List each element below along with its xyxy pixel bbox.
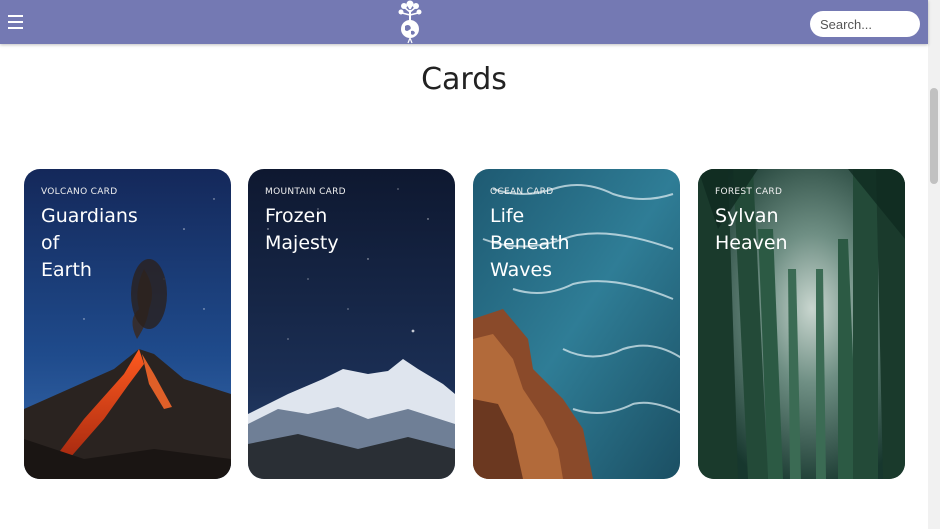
tree-globe-logo-icon[interactable] <box>396 0 424 44</box>
ocean-card[interactable]: OCEAN CARD Life Beneath Waves <box>473 169 680 479</box>
card-category: VOLCANO CARD <box>41 187 118 197</box>
forest-card[interactable]: FOREST CARD Sylvan Heaven <box>698 169 905 479</box>
card-title: Frozen Majesty <box>265 205 339 254</box>
page-title: Cards <box>421 62 507 97</box>
card-title: Life Beneath Waves <box>490 205 570 281</box>
hamburger-menu-icon[interactable] <box>6 10 26 34</box>
top-navbar <box>0 0 928 44</box>
card-category: MOUNTAIN CARD <box>265 187 346 197</box>
scrollbar-thumb[interactable] <box>930 88 938 184</box>
volcano-card[interactable]: VOLCANO CARD Guardians of Earth <box>24 169 231 479</box>
card-category: OCEAN CARD <box>490 187 554 197</box>
card-title: Sylvan Heaven <box>715 205 788 254</box>
page-scrollbar[interactable] <box>928 0 940 529</box>
card-category: FOREST CARD <box>715 187 783 197</box>
search-input[interactable] <box>810 11 920 37</box>
mountain-card[interactable]: MOUNTAIN CARD Frozen Majesty <box>248 169 455 479</box>
card-title: Guardians of Earth <box>41 205 138 281</box>
